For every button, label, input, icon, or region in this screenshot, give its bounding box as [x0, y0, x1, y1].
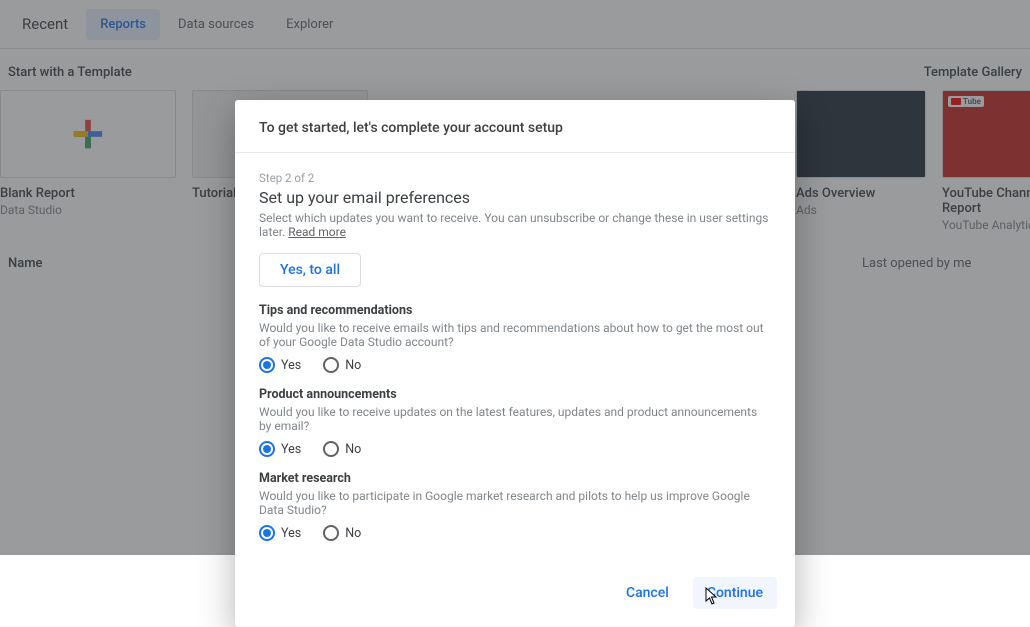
- pref-radios: Yes No: [259, 357, 771, 373]
- pref-title: Market research: [259, 471, 771, 486]
- radio-label: Yes: [281, 526, 301, 541]
- dialog-heading: Set up your email preferences: [259, 188, 771, 207]
- pref-group-product: Product announcements Would you like to …: [259, 387, 771, 457]
- radio-label: No: [345, 358, 361, 373]
- radio-label: Yes: [281, 442, 301, 457]
- read-more-link[interactable]: Read more: [288, 225, 346, 239]
- dialog-body: Step 2 of 2 Set up your email preference…: [235, 153, 795, 563]
- radio-icon: [323, 525, 339, 541]
- radio-label: No: [345, 442, 361, 457]
- radio-icon: [259, 525, 275, 541]
- pref-title: Tips and recommendations: [259, 303, 771, 318]
- pref-desc: Would you like to receive updates on the…: [259, 405, 771, 433]
- pref-desc: Would you like to participate in Google …: [259, 489, 771, 517]
- cancel-button[interactable]: Cancel: [612, 577, 683, 609]
- radio-no[interactable]: No: [323, 441, 361, 457]
- pref-group-tips: Tips and recommendations Would you like …: [259, 303, 771, 373]
- radio-icon: [259, 357, 275, 373]
- radio-icon: [259, 441, 275, 457]
- radio-yes[interactable]: Yes: [259, 441, 301, 457]
- dialog-description: Select which updates you want to receive…: [259, 211, 771, 239]
- step-indicator: Step 2 of 2: [259, 171, 771, 185]
- account-setup-dialog: To get started, let's complete your acco…: [235, 100, 795, 627]
- cursor-icon: [705, 587, 719, 605]
- radio-no[interactable]: No: [323, 357, 361, 373]
- dialog-footer: Cancel Continue: [235, 563, 795, 627]
- radio-yes[interactable]: Yes: [259, 357, 301, 373]
- pref-radios: Yes No: [259, 441, 771, 457]
- radio-yes[interactable]: Yes: [259, 525, 301, 541]
- radio-no[interactable]: No: [323, 525, 361, 541]
- pref-desc: Would you like to receive emails with ti…: [259, 321, 771, 349]
- yes-to-all-button[interactable]: Yes, to all: [259, 253, 361, 287]
- radio-label: Yes: [281, 358, 301, 373]
- continue-button[interactable]: Continue: [693, 577, 777, 609]
- radio-icon: [323, 357, 339, 373]
- pref-title: Product announcements: [259, 387, 771, 402]
- radio-icon: [323, 441, 339, 457]
- pref-group-research: Market research Would you like to partic…: [259, 471, 771, 541]
- dialog-title: To get started, let's complete your acco…: [235, 100, 795, 153]
- pref-radios: Yes No: [259, 525, 771, 541]
- radio-label: No: [345, 526, 361, 541]
